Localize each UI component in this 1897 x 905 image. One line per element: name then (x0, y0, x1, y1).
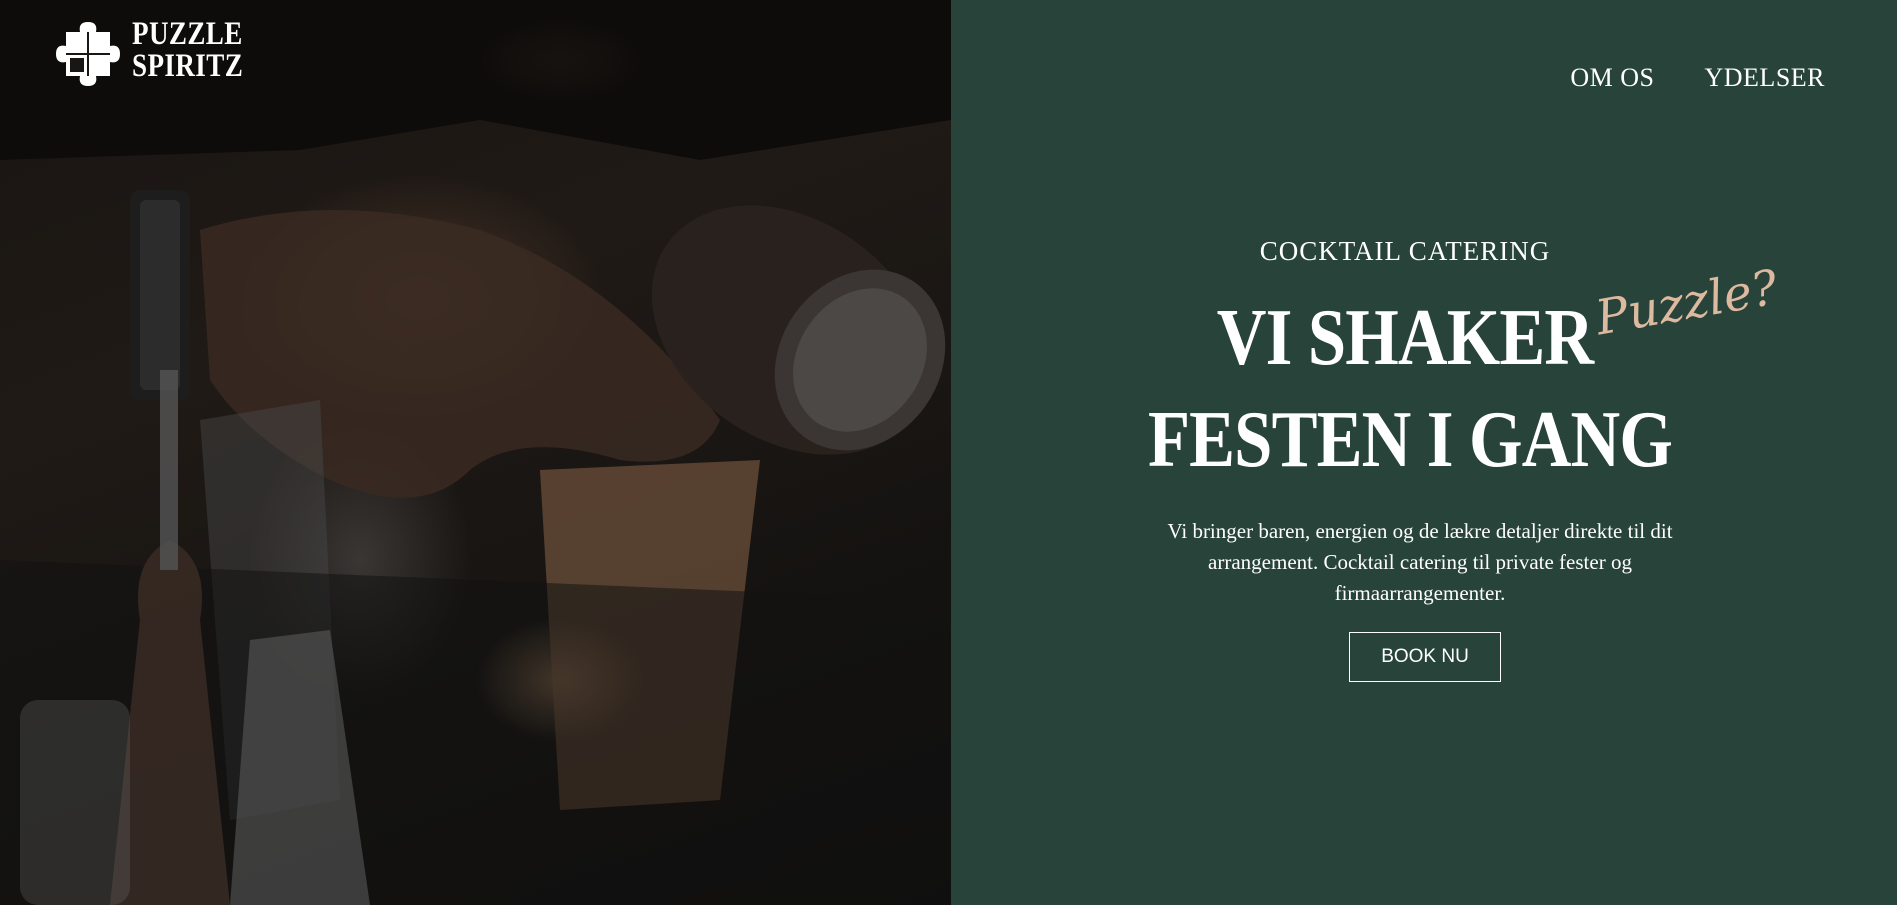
logo[interactable]: PUZZLE SPIRITZ (50, 10, 268, 90)
hero-eyebrow: COCKTAIL CATERING (1259, 236, 1551, 266)
logo-wordmark: PUZZLE SPIRITZ (132, 16, 244, 84)
nav-link-om-os[interactable]: OM OS (1570, 63, 1654, 93)
book-now-button[interactable]: BOOK NU (1349, 632, 1501, 682)
nav-link-ydelser[interactable]: YDELSER (1705, 63, 1826, 93)
hero-description: Vi bringer baren, energien og de lækre d… (1167, 519, 1673, 605)
logo-line-1: PUZZLE (132, 16, 243, 52)
logo-line-2: SPIRITZ (132, 48, 244, 84)
bartender-photo-illustration (0, 0, 951, 905)
hero-photo: PUZZLE SPIRITZ (0, 0, 951, 905)
hero-headline-line-2: FESTEN I GANG (1147, 396, 1673, 484)
main-nav: OM OS YDELSER (1570, 63, 1825, 93)
puzzle-piece-icon (56, 22, 120, 86)
